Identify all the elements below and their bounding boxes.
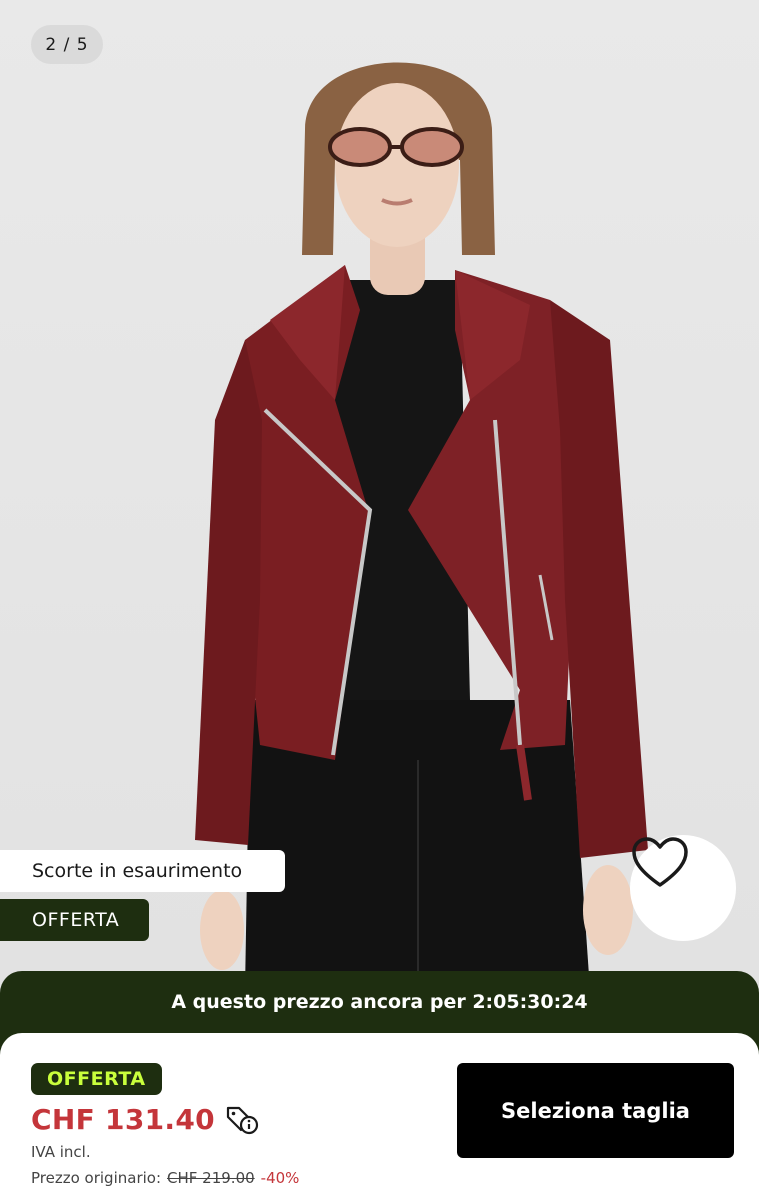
original-price-label: Prezzo originario: [31, 1169, 162, 1187]
price-row: CHF 131.40 [31, 1103, 259, 1136]
sale-pill: OFFERTA [31, 1063, 162, 1095]
wishlist-button[interactable] [630, 835, 736, 941]
vat-note: IVA incl. [31, 1143, 91, 1161]
heart-icon [632, 837, 688, 887]
product-image[interactable]: 2 / 5 Scorte in esaurimento OFFERTA [0, 0, 759, 990]
current-price: CHF 131.40 [31, 1103, 215, 1136]
discount-percent: -40% [260, 1169, 300, 1187]
original-price: CHF 219.00 [167, 1169, 255, 1187]
low-stock-badge: Scorte in esaurimento [0, 850, 285, 892]
price-tag-info-icon[interactable] [225, 1104, 259, 1136]
purchase-panel: OFFERTA CHF 131.40 IVA incl. Prezzo orig… [0, 1033, 759, 1200]
original-price-row: Prezzo originario: CHF 219.00 -40% [31, 1169, 299, 1187]
image-counter: 2 / 5 [31, 25, 103, 64]
offer-badge: OFFERTA [0, 899, 149, 941]
select-size-button[interactable]: Seleziona taglia [457, 1063, 734, 1158]
